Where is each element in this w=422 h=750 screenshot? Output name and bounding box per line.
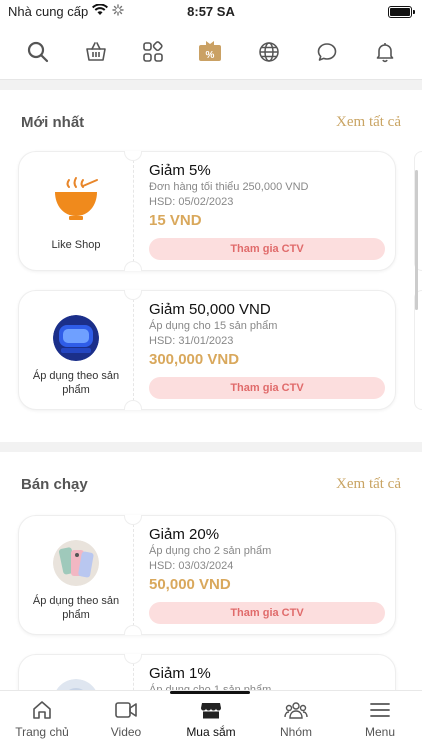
coupon-expiry: HSD: 31/01/2023	[149, 335, 234, 347]
coupon-content: Giảm 5% Đơn hàng tối thiểu 250,000 VND H…	[149, 162, 385, 231]
see-all-link[interactable]: Xem tất cả	[336, 476, 401, 493]
coupon-card[interactable]: Like Shop Giảm 5% Đơn hàng tối thiểu 250…	[18, 151, 396, 271]
group-icon	[284, 702, 308, 719]
coupon-condition: Đơn hàng tối thiểu 250,000 VND	[149, 181, 309, 193]
nav-label: Video	[110, 725, 142, 739]
coupon-content: Giảm 20% Áp dụng cho 2 sản phẩm HSD: 03/…	[149, 526, 385, 595]
battery-icon	[388, 6, 415, 18]
coupon-title: Giảm 50,000 VND	[149, 301, 271, 318]
screen: Nhà cung cấp 8:57 SA % Mới nhất Xem tất …	[0, 0, 422, 750]
svg-text:%: %	[206, 50, 215, 61]
top-toolbar: %	[0, 26, 422, 80]
globe-icon[interactable]	[255, 38, 283, 66]
section-header: Bán chạy Xem tất cả	[21, 476, 401, 500]
horizontal-scroll-indicator[interactable]	[415, 170, 418, 310]
status-bar: Nhà cung cấp 8:57 SA	[0, 0, 422, 26]
product-thumbnail	[53, 315, 99, 361]
card-notch	[124, 261, 142, 271]
card-notch	[124, 290, 142, 300]
coupon-title: Giảm 5%	[149, 162, 211, 179]
nav-shopping[interactable]: Mua sắm	[169, 699, 253, 739]
coupon-price: 50,000 VND	[149, 576, 231, 593]
card-notch	[124, 400, 142, 410]
active-tab-indicator	[170, 691, 250, 694]
section-title: Bán chạy	[21, 476, 88, 493]
menu-icon	[370, 703, 390, 717]
card-notch	[124, 515, 142, 525]
shop-name: Áp dụng theo sản phẩm	[32, 595, 120, 621]
coupon-price: 15 VND	[149, 212, 202, 229]
apps-icon[interactable]	[139, 38, 167, 66]
card-notch	[124, 654, 142, 664]
coupon-title: Giảm 1%	[149, 665, 211, 682]
see-all-link[interactable]: Xem tất cả	[336, 114, 401, 131]
voucher-icon[interactable]: %	[196, 38, 224, 66]
coupon-condition: Áp dụng cho 2 sản phẩm	[149, 545, 272, 557]
coupon-expiry: HSD: 05/02/2023	[149, 196, 234, 208]
nav-label: Nhóm	[279, 725, 312, 739]
coupon-content: Giảm 50,000 VND Áp dụng cho 15 sản phẩm …	[149, 301, 385, 370]
coupon-condition: Áp dụng cho 15 sản phẩm	[149, 320, 278, 332]
section-newest: Mới nhất Xem tất cả Like Shop Giảm 5% Đơ…	[0, 90, 422, 442]
coupon-expiry: HSD: 03/03/2024	[149, 560, 234, 572]
coupon-card[interactable]: Áp dụng theo sản phẩm Giảm 50,000 VND Áp…	[18, 290, 396, 410]
video-icon	[115, 702, 137, 718]
chat-icon[interactable]	[313, 38, 341, 66]
join-ctv-button[interactable]: Tham gia CTV	[149, 238, 385, 260]
shop-logo	[53, 176, 99, 222]
search-icon[interactable]	[24, 38, 52, 66]
card-divider	[133, 299, 134, 401]
home-icon	[33, 701, 51, 719]
coupon-title: Giảm 20%	[149, 526, 220, 543]
product-thumbnail	[53, 540, 99, 586]
join-ctv-button[interactable]: Tham gia CTV	[149, 377, 385, 399]
store-icon	[201, 703, 221, 719]
nav-label: Menu	[364, 725, 396, 739]
shop-name: Like Shop	[51, 239, 101, 251]
nav-menu[interactable]: Menu	[338, 699, 422, 739]
coupon-card[interactable]: Áp dụng theo sản phẩm Giảm 20% Áp dụng c…	[18, 515, 396, 635]
nav-label: Mua sắm	[186, 725, 236, 739]
section-header: Mới nhất Xem tất cả	[21, 114, 401, 138]
coupon-price: 300,000 VND	[149, 351, 240, 368]
nav-video[interactable]: Video	[84, 699, 168, 739]
card-notch	[124, 151, 142, 161]
section-title: Mới nhất	[21, 114, 85, 131]
basket-icon[interactable]	[82, 38, 110, 66]
bottom-navigation: Trang chủ Video Mua sắm Nhóm Menu	[0, 690, 422, 750]
card-notch	[124, 625, 142, 635]
card-divider	[133, 524, 134, 626]
nav-groups[interactable]: Nhóm	[254, 699, 338, 739]
nav-home[interactable]: Trang chủ	[0, 699, 84, 739]
nav-label: Trang chủ	[15, 725, 69, 739]
clock: 8:57 SA	[187, 4, 235, 19]
join-ctv-button[interactable]: Tham gia CTV	[149, 602, 385, 624]
bell-icon[interactable]	[371, 38, 399, 66]
shop-name: Áp dụng theo sản phẩm	[32, 370, 120, 396]
card-divider	[133, 160, 134, 262]
